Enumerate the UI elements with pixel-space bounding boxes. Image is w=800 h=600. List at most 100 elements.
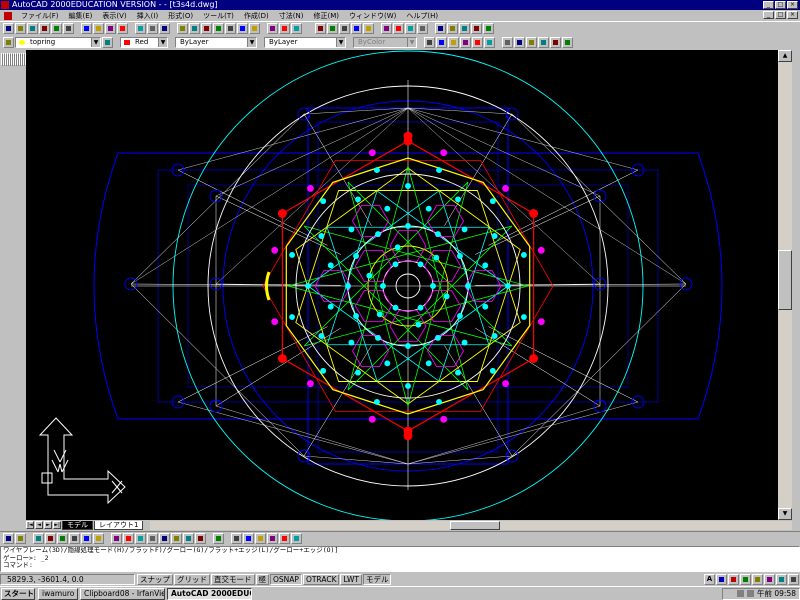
hyperlink-icon[interactable] xyxy=(159,23,170,34)
menu-dimension[interactable]: 寸法(N) xyxy=(274,11,309,21)
perpendicular-icon[interactable] xyxy=(135,533,146,544)
ime-menu-icon[interactable] xyxy=(788,573,799,585)
lineweight-dropdown[interactable]: ByLayer ▼ xyxy=(264,36,346,48)
statistics-icon[interactable] xyxy=(483,23,494,34)
otrack-toggle[interactable]: OTRACK xyxy=(302,573,340,585)
model-space-toggle[interactable]: モデル xyxy=(362,573,392,585)
zoom-previous-icon[interactable] xyxy=(237,23,248,34)
drawing-doc-icon[interactable] xyxy=(4,11,12,20)
color-dropdown[interactable]: Red ▼ xyxy=(120,36,168,48)
help-icon[interactable] xyxy=(291,23,302,34)
top-view-icon[interactable] xyxy=(424,36,435,48)
ime-help-icon[interactable] xyxy=(764,573,775,585)
endpoint-icon[interactable] xyxy=(33,533,44,544)
render-prefs-icon[interactable] xyxy=(471,23,482,34)
pan-icon[interactable] xyxy=(201,23,212,34)
vertical-scrollbar[interactable]: ▲ ▼ xyxy=(778,50,792,520)
menu-window[interactable]: ウィンドウ(W) xyxy=(344,11,401,21)
print-icon[interactable] xyxy=(39,23,50,34)
properties-icon[interactable] xyxy=(267,23,278,34)
extension-icon[interactable] xyxy=(81,533,92,544)
command-window[interactable]: ワイヤフレーム(3D)/隠線処理モード(H)/フラットF)/グーロー(G)/フラ… xyxy=(0,546,800,572)
command-prompt[interactable]: コマンド: xyxy=(3,561,799,570)
ime-kana-icon[interactable] xyxy=(728,573,739,585)
network-icon[interactable] xyxy=(747,590,754,597)
menu-format[interactable]: 形式(O) xyxy=(163,11,198,21)
edit-spline-icon[interactable] xyxy=(255,533,266,544)
cut-icon[interactable] xyxy=(81,23,92,34)
zoom-realtime-icon[interactable] xyxy=(213,23,224,34)
nw-iso-icon[interactable] xyxy=(538,36,549,48)
make-object-layer-current-icon[interactable] xyxy=(102,36,113,48)
taskbar-item-iwamuro[interactable]: iwamuro xyxy=(38,587,78,600)
aerial-view-icon[interactable] xyxy=(249,23,260,34)
paste-icon[interactable] xyxy=(105,23,116,34)
sw-iso-icon[interactable] xyxy=(502,36,513,48)
tab-model[interactable]: モデル xyxy=(62,520,93,530)
minimize-button[interactable]: _ xyxy=(763,1,774,9)
tab-last-button[interactable]: ►| xyxy=(53,521,61,529)
zoom-window-icon[interactable] xyxy=(225,23,236,34)
new-icon[interactable] xyxy=(3,23,14,34)
front-view-icon[interactable] xyxy=(472,36,483,48)
horizontal-scrollbar[interactable] xyxy=(150,520,792,530)
preview-icon[interactable] xyxy=(51,23,62,34)
open-icon[interactable] xyxy=(15,23,26,34)
edit-attribute-icon[interactable] xyxy=(279,533,290,544)
snap-from-icon[interactable] xyxy=(15,533,26,544)
menu-tools[interactable]: ツール(T) xyxy=(198,11,239,21)
volume-icon[interactable] xyxy=(737,590,744,597)
tab-prev-button[interactable]: ◄ xyxy=(35,521,43,529)
left-view-icon[interactable] xyxy=(448,36,459,48)
save-icon[interactable] xyxy=(27,23,38,34)
node-icon[interactable] xyxy=(171,533,182,544)
mapping-icon[interactable] xyxy=(393,23,404,34)
ime-properties-icon[interactable] xyxy=(776,573,787,585)
parallel-icon[interactable] xyxy=(147,533,158,544)
drawing-canvas[interactable] xyxy=(26,50,778,520)
snap-toggle[interactable]: スナップ xyxy=(137,573,173,585)
landscape-edit-icon[interactable] xyxy=(447,23,458,34)
apparent-int-icon[interactable] xyxy=(69,533,80,544)
ne-iso-icon[interactable] xyxy=(526,36,537,48)
ime-dictionary-icon[interactable] xyxy=(752,573,763,585)
library-icon[interactable] xyxy=(381,23,392,34)
vertical-scroll-thumb[interactable] xyxy=(778,250,792,310)
se-iso-icon[interactable] xyxy=(514,36,525,48)
tab-next-button[interactable]: ► xyxy=(44,521,52,529)
spell-icon[interactable] xyxy=(63,23,74,34)
osnap-icon[interactable] xyxy=(177,23,188,34)
insertion-icon[interactable] xyxy=(159,533,170,544)
taskbar-item-irfanview[interactable]: Clipboard08 - IrfanView xyxy=(80,587,165,600)
temp-track-icon[interactable] xyxy=(3,533,14,544)
snap-none-icon[interactable] xyxy=(195,533,206,544)
menu-draw[interactable]: 作成(D) xyxy=(239,11,274,21)
lights-icon[interactable] xyxy=(351,23,362,34)
tangent-icon[interactable] xyxy=(123,533,134,544)
center-icon[interactable] xyxy=(93,533,104,544)
redo-icon[interactable] xyxy=(147,23,158,34)
osnap-toggle[interactable]: OSNAP xyxy=(270,573,302,585)
landscape-library-icon[interactable] xyxy=(459,23,470,34)
undo-icon[interactable] xyxy=(135,23,146,34)
background-icon[interactable] xyxy=(405,23,416,34)
lwt-toggle[interactable]: LWT xyxy=(340,573,362,585)
polar-toggle[interactable]: 極 xyxy=(255,573,269,585)
drawing-svg[interactable] xyxy=(26,50,778,520)
layer-dropdown[interactable]: topring ▼ xyxy=(15,36,101,48)
nearest-icon[interactable] xyxy=(183,533,194,544)
design-center-icon[interactable] xyxy=(279,23,290,34)
ime-pad-icon[interactable] xyxy=(740,573,751,585)
ime-a-icon[interactable]: A xyxy=(704,573,715,585)
block-attr-icon[interactable] xyxy=(291,533,302,544)
coordinate-display[interactable]: 5829.3, -3601.4, 0.0 xyxy=(0,573,135,585)
edit-mtext-icon[interactable] xyxy=(267,533,278,544)
intersection-icon[interactable] xyxy=(57,533,68,544)
hide-icon[interactable] xyxy=(315,23,326,34)
autocad-app-icon[interactable] xyxy=(1,1,9,9)
menu-file[interactable]: ファイル(F) xyxy=(16,11,64,21)
edit-polyline-icon[interactable] xyxy=(243,533,254,544)
back-view-icon[interactable] xyxy=(484,36,495,48)
shade-icon[interactable] xyxy=(550,36,561,48)
copy-icon[interactable] xyxy=(93,23,104,34)
